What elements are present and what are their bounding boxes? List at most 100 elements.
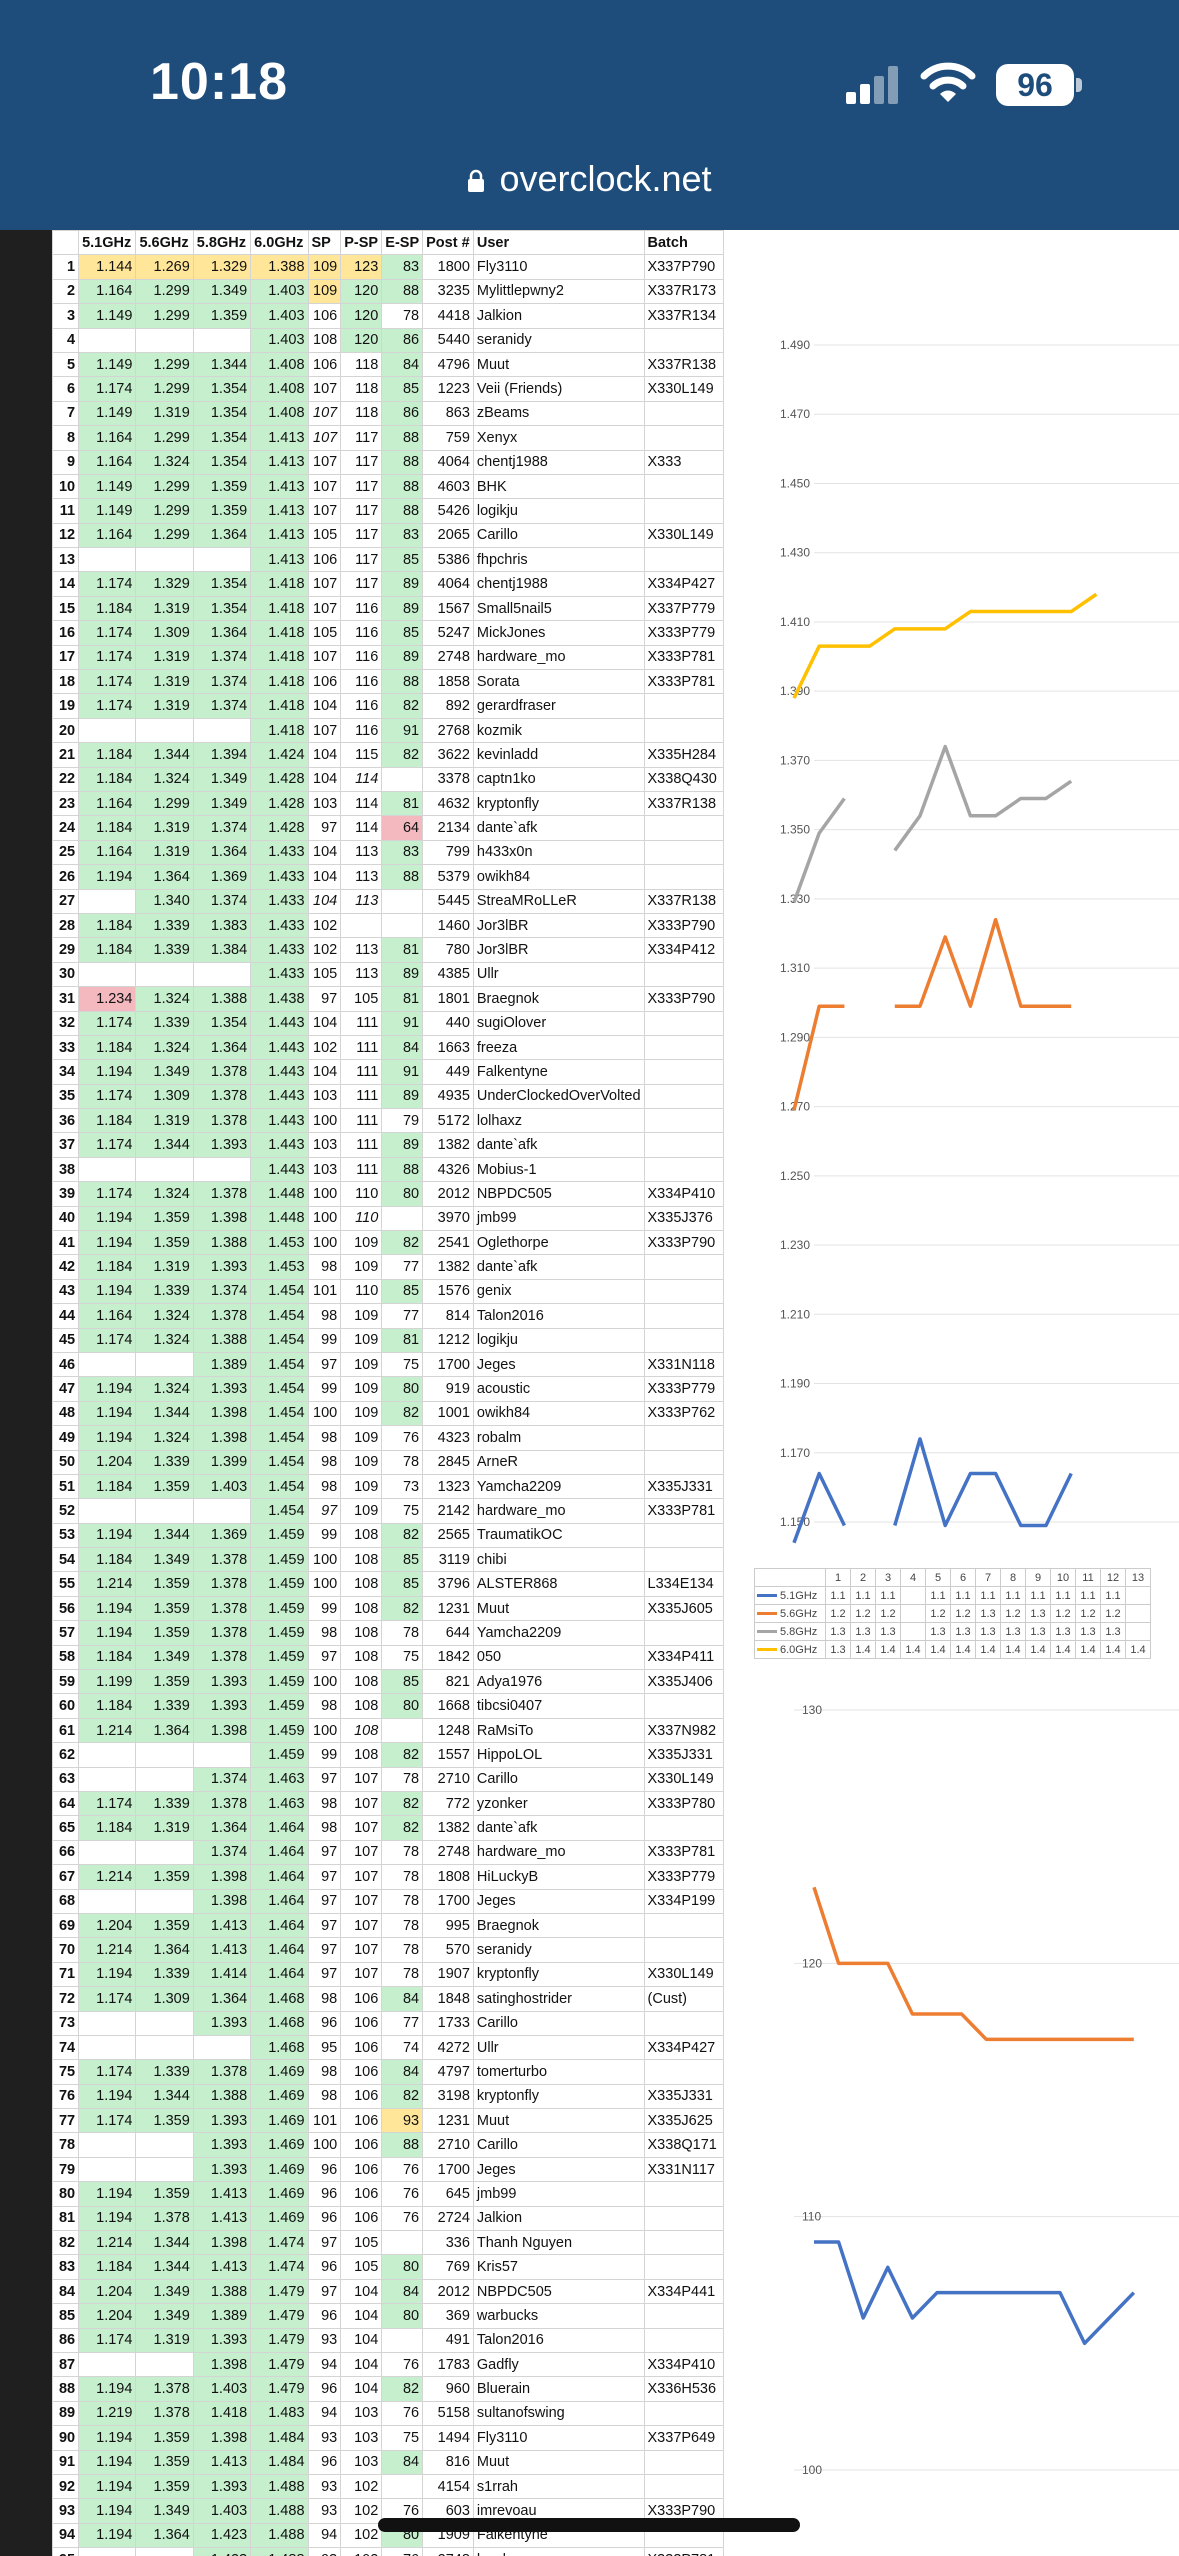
table-cell: 1.388	[192, 1327, 252, 1353]
row-number: 18	[52, 669, 80, 695]
table-cell: 1.299	[135, 790, 194, 817]
table-cell: 1.344	[135, 2230, 194, 2256]
row-number: 35	[52, 1083, 80, 1110]
web-page[interactable]: 5.1GHz 5.6GHz 5.8GHz 6.0GHz SP P-SP E-SP Post #…	[0, 230, 1179, 2556]
table-cell: 1.194	[78, 2205, 137, 2232]
address-bar[interactable]: overclock.net	[0, 158, 1179, 200]
table-cell: 1.324	[135, 1327, 194, 1353]
table-cell: 1.344	[135, 1522, 194, 1549]
table-cell: 1.378	[192, 1595, 252, 1622]
table-row: 87 1.398 1.479 94 104 76 1783 Gadfly X334P410	[52, 2351, 724, 2378]
table-cell: X333P781	[643, 1498, 724, 1524]
table-cell: 100	[307, 1108, 342, 1134]
table-cell: 3119	[422, 1547, 474, 1573]
table-cell: 97	[307, 2278, 342, 2305]
table-cell: sugiOlover	[472, 1010, 645, 1036]
table-cell: X335J605	[643, 1595, 724, 1622]
table-cell: 1.459	[250, 1547, 309, 1573]
table-cell: 1.299	[135, 303, 194, 329]
table-cell: 89	[381, 1132, 424, 1158]
data-label: 1.4	[1000, 1640, 1026, 1659]
table-row: 76 1.194 1.344 1.388 1.469 98 106 82 3198 krypton…	[52, 2083, 724, 2110]
table-cell: 1.468	[250, 2010, 309, 2036]
table-cell: 113	[340, 937, 383, 963]
data-label: 1.2	[1075, 1604, 1101, 1623]
row-number: 50	[52, 1449, 80, 1475]
table-cell: 107	[307, 449, 342, 475]
table-cell: Ullr	[472, 961, 645, 988]
table-cell	[643, 1303, 724, 1329]
table-cell	[78, 961, 137, 988]
series-line-5.6GHz	[894, 917, 1072, 1008]
data-label: 1.3	[925, 1622, 951, 1641]
table-cell: 108	[340, 1644, 383, 1671]
table-cell: owikh84	[472, 864, 645, 890]
table-cell: 1.194	[78, 1961, 137, 1988]
row-number: 34	[52, 1059, 80, 1085]
table-cell: 82	[381, 693, 424, 719]
table-cell: 108	[340, 1620, 383, 1646]
table-cell: 1.204	[78, 1912, 137, 1939]
home-indicator[interactable]	[378, 2518, 800, 2532]
table-cell: 1.469	[250, 2108, 309, 2134]
table-cell: 79	[381, 1108, 424, 1134]
table-row: 86 1.174 1.319 1.393 1.479 93 104 491 Talon2016	[52, 2327, 724, 2353]
table-cell: 1248	[422, 1717, 474, 1744]
table-cell: 1.184	[78, 2254, 137, 2280]
row-number: 41	[52, 1230, 80, 1256]
data-label: 1.1	[950, 1586, 976, 1605]
row-number: 64	[52, 1790, 80, 1817]
spreadsheet[interactable]: 5.1GHz 5.6GHz 5.8GHz 6.0GHz SP P-SP E-SP Post #…	[52, 230, 724, 2556]
table-cell: 97	[307, 2230, 342, 2256]
table-cell: 1.364	[192, 1034, 252, 1061]
table-cell: 780	[422, 937, 474, 963]
table-cell: 491	[422, 2327, 474, 2353]
table-cell: 98	[307, 2083, 342, 2110]
data-label: 1.4	[1075, 1640, 1101, 1659]
row-number: 69	[52, 1912, 80, 1939]
table-cell: 1.324	[135, 1034, 194, 1061]
table-cell	[381, 2327, 424, 2353]
table-cell: X334P199	[643, 1888, 724, 1914]
table-row: 46 1.389 1.454 97 109 75 1700 Jeges X331N118	[52, 1351, 724, 1378]
table-cell: X333P781	[643, 669, 724, 695]
table-cell	[643, 1010, 724, 1036]
table-cell: 1.374	[192, 1278, 252, 1305]
table-cell: 105	[307, 620, 342, 646]
table-cell	[192, 717, 252, 744]
table-cell: 82	[381, 1230, 424, 1256]
table-cell: 116	[340, 717, 383, 744]
table-cell: 1783	[422, 2351, 474, 2378]
table-cell: 1.374	[192, 888, 252, 914]
table-cell	[135, 547, 194, 573]
table-cell: 82	[381, 742, 424, 768]
table-cell: 77	[381, 1254, 424, 1280]
row-number: 57	[52, 1620, 80, 1646]
table-row: 65 1.184 1.319 1.364 1.464 98 107 82 1382 dante`a…	[52, 1815, 724, 1841]
data-label: 1.1	[850, 1586, 876, 1605]
table-cell: 1.364	[192, 1986, 252, 2012]
row-number: 38	[52, 1156, 80, 1183]
table-cell: 114	[340, 790, 383, 817]
table-cell: 106	[340, 2156, 383, 2183]
table-cell: 1801	[422, 986, 474, 1012]
table-cell: X334P410	[643, 1181, 724, 1207]
table-cell: 82	[381, 1595, 424, 1622]
table-cell: 1.324	[135, 449, 194, 475]
table-cell	[78, 1498, 137, 1524]
table-cell: RaMsiTo	[472, 1717, 645, 1744]
table-row: 12 1.164 1.299 1.364 1.413 105 117 83 2065 Carill…	[52, 522, 724, 549]
table-cell: 1.174	[78, 1132, 137, 1158]
table-cell: 1.403	[250, 278, 309, 305]
table-cell: 1.433	[250, 961, 309, 988]
table-cell: 107	[340, 1912, 383, 1939]
data-label: 1.2	[875, 1604, 901, 1623]
table-cell: 106	[307, 351, 342, 378]
table-cell: 1.344	[135, 2083, 194, 2110]
table-row: 2 1.164 1.299 1.349 1.403 109 120 88 3235 Mylittl…	[52, 278, 724, 305]
table-cell: 1.443	[250, 1059, 309, 1085]
status-time: 10:18	[150, 53, 288, 111]
row-number: 66	[52, 1839, 80, 1866]
battery-icon: 96	[996, 64, 1074, 106]
table-cell: 78	[381, 303, 424, 329]
